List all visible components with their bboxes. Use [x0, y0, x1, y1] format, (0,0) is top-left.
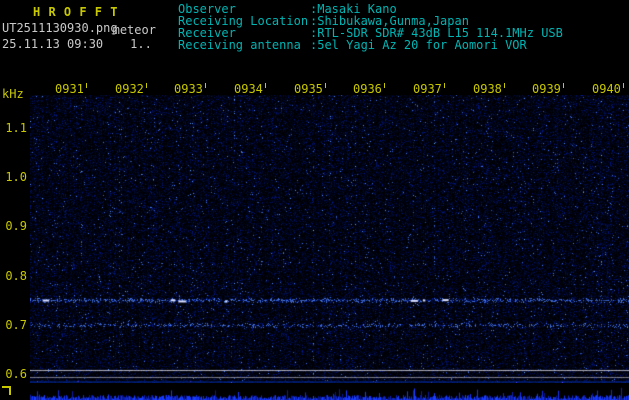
- x-tick-label: 0940: [592, 83, 624, 95]
- station-info: Observer:Masaki Kano Receiving Location:…: [178, 3, 563, 51]
- y-tick-label: 1.1: [5, 121, 27, 135]
- x-tick-label: 0931: [55, 83, 87, 95]
- y-axis-unit: kHz: [2, 87, 24, 101]
- hrofft-output: H R O F F T UT2511130930.pngmeteor 25.11…: [0, 0, 629, 400]
- datetime-label: 25.11.13 09:30: [2, 37, 104, 51]
- y-tick-label: 0.7: [5, 318, 27, 332]
- station-row: Receiving antenna :5el Yagi Az 20 for Aom…: [178, 39, 563, 51]
- x-tick-label: 0933: [174, 83, 206, 95]
- mode-label: meteor: [112, 23, 156, 37]
- x-tick-label: 0936: [353, 83, 385, 95]
- x-tick-label: 0938: [473, 83, 505, 95]
- bottom-left-axis-mark: [2, 386, 11, 395]
- signal-meter-canvas: [30, 386, 629, 400]
- y-tick-label: 1.0: [5, 170, 27, 184]
- x-tick-label: 0934: [234, 83, 266, 95]
- info-label: Receiving antenna: [178, 38, 301, 52]
- x-tick-label: 0937: [413, 83, 445, 95]
- x-tick-label: 0939: [532, 83, 564, 95]
- info-value: :5el Yagi Az 20 for Aomori VOR: [310, 38, 527, 52]
- filename-label: UT2511130930.png: [2, 21, 118, 35]
- x-tick-label: 0932: [115, 83, 147, 95]
- y-tick-label: 0.6: [5, 367, 27, 381]
- file-line: UT2511130930.pngmeteor: [2, 21, 161, 37]
- counter-label: 1..: [130, 37, 152, 51]
- app-title: H R O F F T: [33, 5, 118, 19]
- x-tick-label: 0935: [294, 83, 326, 95]
- y-tick-label: 0.8: [5, 269, 27, 283]
- y-tick-label: 0.9: [5, 219, 27, 233]
- date-line: 25.11.13 09:30 1..: [2, 37, 152, 51]
- spectrogram-canvas: [30, 95, 629, 383]
